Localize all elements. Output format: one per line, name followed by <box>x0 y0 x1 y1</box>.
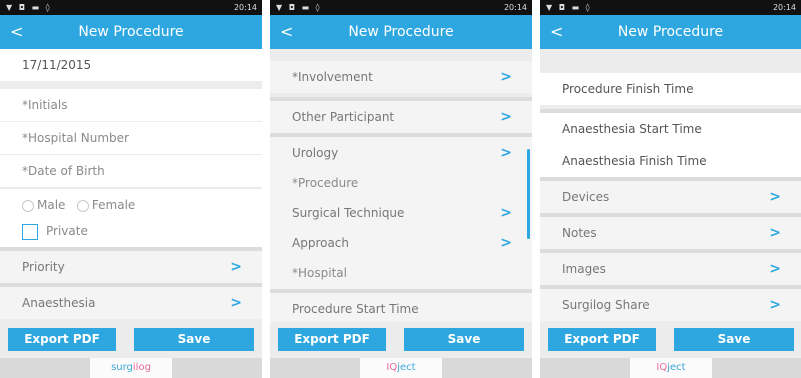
female-label: Female <box>91 198 136 212</box>
private-checkbox[interactable] <box>22 223 38 240</box>
export-pdf-button[interactable]: Export PDF <box>8 328 116 351</box>
male-radio[interactable] <box>22 199 34 212</box>
images-row[interactable]: Images > <box>540 253 801 285</box>
images-label: Images <box>562 262 606 276</box>
status-icons: ▼ ◘ ▬ ◊ <box>546 3 592 12</box>
surgilog-logo: surgilog <box>90 358 172 378</box>
male-label: Male <box>37 198 66 212</box>
female-radio[interactable] <box>76 199 89 212</box>
page-title: New Procedure <box>617 24 724 40</box>
procedure-field[interactable]: *Procedure <box>270 167 532 199</box>
private-label: Private <box>46 224 88 238</box>
screen-procedure-details: ▼ ◘ ▬ ◊ 20:14 < New Procedure *Involveme… <box>270 0 532 378</box>
approach-label: Approach <box>292 236 350 250</box>
iqject-logo: IQject <box>360 358 442 378</box>
priority-label: Priority <box>22 260 65 274</box>
approach-row[interactable]: Approach > <box>270 227 532 259</box>
chevron-right-icon: > <box>500 235 512 251</box>
other-participant-label: Other Participant <box>292 110 395 124</box>
procedure-start-time-row[interactable]: Procedure Start Time <box>270 293 532 322</box>
status-time: 20:14 <box>772 3 796 12</box>
status-bar: ▼ ◘ ▬ ◊ 20:14 <box>270 0 532 15</box>
surgilog-share-row[interactable]: Surgilog Share > <box>540 289 801 321</box>
private-row: Private <box>0 215 262 247</box>
chevron-right-icon: > <box>769 261 781 277</box>
footer-banner: IQject <box>270 358 532 378</box>
action-bar: Export PDF Save <box>540 322 801 358</box>
footer-banner: surgilog <box>0 358 262 378</box>
devices-label: Devices <box>562 190 610 204</box>
hospital-number-field[interactable]: *Hospital Number <box>0 122 262 154</box>
date-field[interactable]: 17/11/2015 <box>0 49 262 81</box>
chevron-right-icon: > <box>769 189 781 205</box>
anaesthesia-row[interactable]: Anaesthesia > <box>0 287 262 319</box>
involvement-label: *Involvement <box>292 70 373 84</box>
screen-timing-and-extras: ▼ ◘ ▬ ◊ 20:14 < New Procedure Procedure … <box>540 0 801 378</box>
surgical-technique-row[interactable]: Surgical Technique > <box>270 197 532 229</box>
chevron-right-icon: > <box>230 259 242 275</box>
procedure-finish-time-row[interactable]: Procedure Finish Time <box>540 73 801 105</box>
chevron-right-icon: > <box>500 145 512 161</box>
status-bar: ▼ ◘ ▬ ◊ 20:14 <box>540 0 801 15</box>
form-content: Procedure Finish Time Anaesthesia Start … <box>540 49 801 322</box>
surgical-technique-label: Surgical Technique <box>292 206 405 220</box>
action-bar: Export PDF Save <box>270 322 532 358</box>
status-time: 20:14 <box>503 3 527 12</box>
status-icons: ▼ ◘ ▬ ◊ <box>276 3 322 12</box>
urology-label: Urology <box>292 146 339 160</box>
app-bar: < New Procedure <box>540 15 801 49</box>
screen-general-details: ▼ ◘ ▬ ◊ 20:14 < New Procedure 17/11/2015… <box>0 0 262 378</box>
chevron-right-icon: > <box>230 295 242 311</box>
notes-row[interactable]: Notes > <box>540 217 801 249</box>
chevron-right-icon: > <box>500 205 512 221</box>
iqject-logo: IQject <box>630 358 712 378</box>
chevron-right-icon: > <box>769 297 781 313</box>
page-title: New Procedure <box>348 24 454 40</box>
involvement-row[interactable]: *Involvement > <box>270 61 532 93</box>
anaesthesia-label: Anaesthesia <box>22 296 96 310</box>
form-content: *Involvement > Other Participant > Urolo… <box>270 49 532 322</box>
footer-banner: IQject <box>540 358 801 378</box>
export-pdf-button[interactable]: Export PDF <box>548 328 656 351</box>
chevron-right-icon: > <box>769 225 781 241</box>
save-button[interactable]: Save <box>674 328 794 351</box>
app-bar: < New Procedure <box>270 15 532 49</box>
chevron-right-icon: > <box>500 69 512 85</box>
surgilog-share-label: Surgilog Share <box>562 298 650 312</box>
scrollbar[interactable] <box>527 149 530 239</box>
chevron-right-icon: > <box>500 109 512 125</box>
other-participant-row[interactable]: Other Participant > <box>270 101 532 133</box>
anaesthesia-start-time-row[interactable]: Anaesthesia Start Time <box>540 113 801 145</box>
devices-row[interactable]: Devices > <box>540 181 801 213</box>
action-bar: Export PDF Save <box>0 322 262 358</box>
date-of-birth-field[interactable]: *Date of Birth <box>0 155 262 187</box>
hospital-field[interactable]: *Hospital <box>270 257 532 289</box>
status-bar: ▼ ◘ ▬ ◊ 20:14 <box>0 0 262 15</box>
form-content: 17/11/2015 *Initials *Hospital Number *D… <box>0 49 262 322</box>
notes-label: Notes <box>562 226 597 240</box>
export-pdf-button[interactable]: Export PDF <box>278 328 386 351</box>
save-button[interactable]: Save <box>404 328 524 351</box>
save-button[interactable]: Save <box>134 328 254 351</box>
urology-row[interactable]: Urology > <box>270 137 532 169</box>
status-time: 20:14 <box>233 3 257 12</box>
status-icons: ▼ ◘ ▬ ◊ <box>6 3 52 12</box>
page-title: New Procedure <box>78 24 184 40</box>
initials-field[interactable]: *Initials <box>0 89 262 121</box>
anaesthesia-finish-time-row[interactable]: Anaesthesia Finish Time <box>540 145 801 177</box>
app-bar: < New Procedure <box>0 15 262 49</box>
priority-row[interactable]: Priority > <box>0 251 262 283</box>
